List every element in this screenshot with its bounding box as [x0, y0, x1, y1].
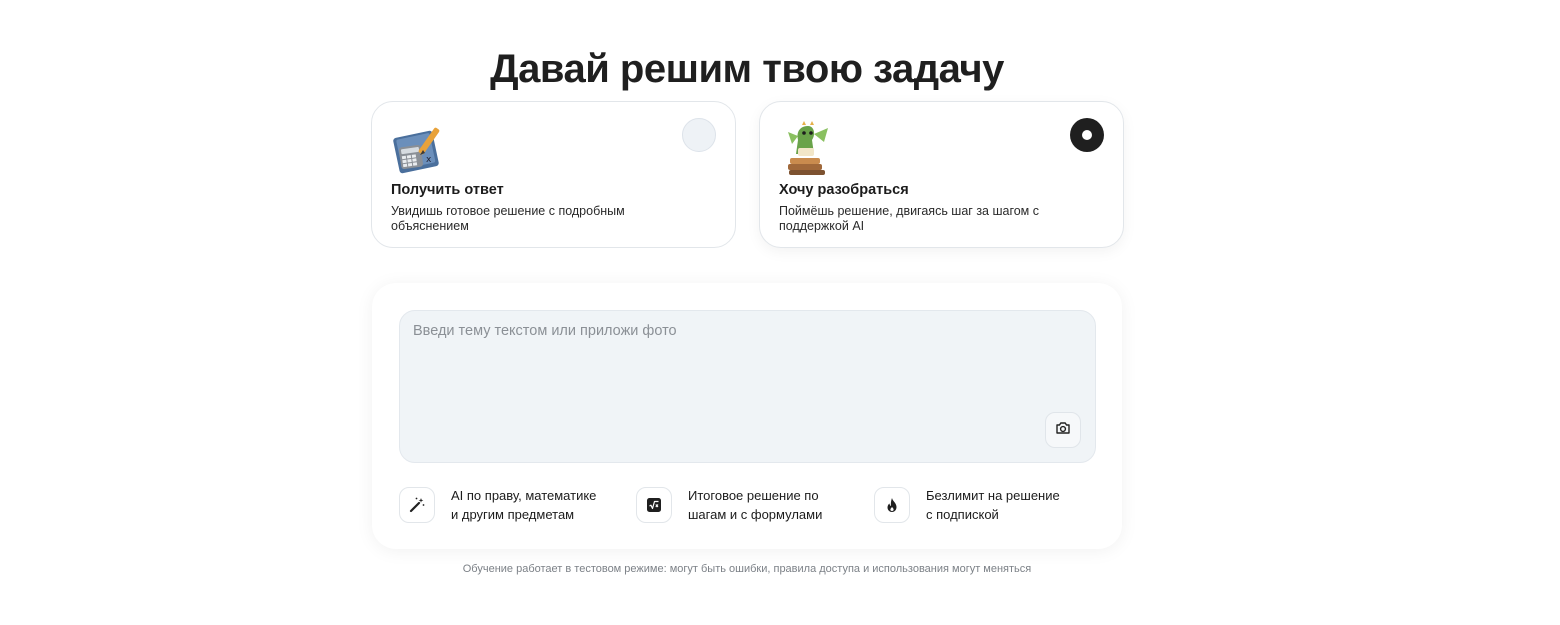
- camera-icon: [1055, 420, 1071, 441]
- mode-title: Получить ответ: [391, 182, 504, 198]
- mode-card-get-answer[interactable]: x Получить ответ Увидишь готовое решение…: [371, 101, 736, 248]
- mode-description: Увидишь готовое решение с подробным объя…: [391, 204, 625, 233]
- task-input-panel: AI по праву, математике и другим предмет…: [372, 283, 1122, 549]
- mode-radio-unselected[interactable]: [682, 118, 716, 152]
- magic-wand-icon: [399, 487, 435, 523]
- feature-text-line: AI по праву, математике: [451, 488, 597, 503]
- dragon-on-books-illustration: [778, 120, 838, 180]
- feature-text-line: Безлимит на решение: [926, 488, 1060, 503]
- topic-input[interactable]: [413, 323, 1033, 443]
- mode-title: Хочу разобраться: [779, 182, 909, 198]
- attach-photo-button[interactable]: [1045, 412, 1081, 448]
- feature-text-line: с подпиской: [926, 507, 999, 522]
- page-title: Давай решим твою задачу: [490, 46, 1004, 91]
- square-root-icon: [636, 487, 672, 523]
- feature-text-line: и другим предметам: [451, 507, 575, 522]
- mode-radio-selected[interactable]: [1070, 118, 1104, 152]
- fire-icon: [874, 487, 910, 523]
- disclaimer-text: Обучение работает в тестовом режиме: мог…: [462, 563, 1032, 575]
- mode-card-understand[interactable]: Хочу разобраться Поймёшь решение, двигая…: [759, 101, 1124, 248]
- feature-text-line: Итоговое решение по: [688, 488, 819, 503]
- notebook-calculator-illustration: x: [390, 120, 450, 180]
- mode-description: Поймёшь решение, двигаясь шаг за шагом с…: [779, 204, 1040, 233]
- topic-input-area: [399, 310, 1096, 463]
- feature-text-line: шагам и с формулами: [688, 507, 823, 522]
- svg-text:x: x: [426, 155, 432, 165]
